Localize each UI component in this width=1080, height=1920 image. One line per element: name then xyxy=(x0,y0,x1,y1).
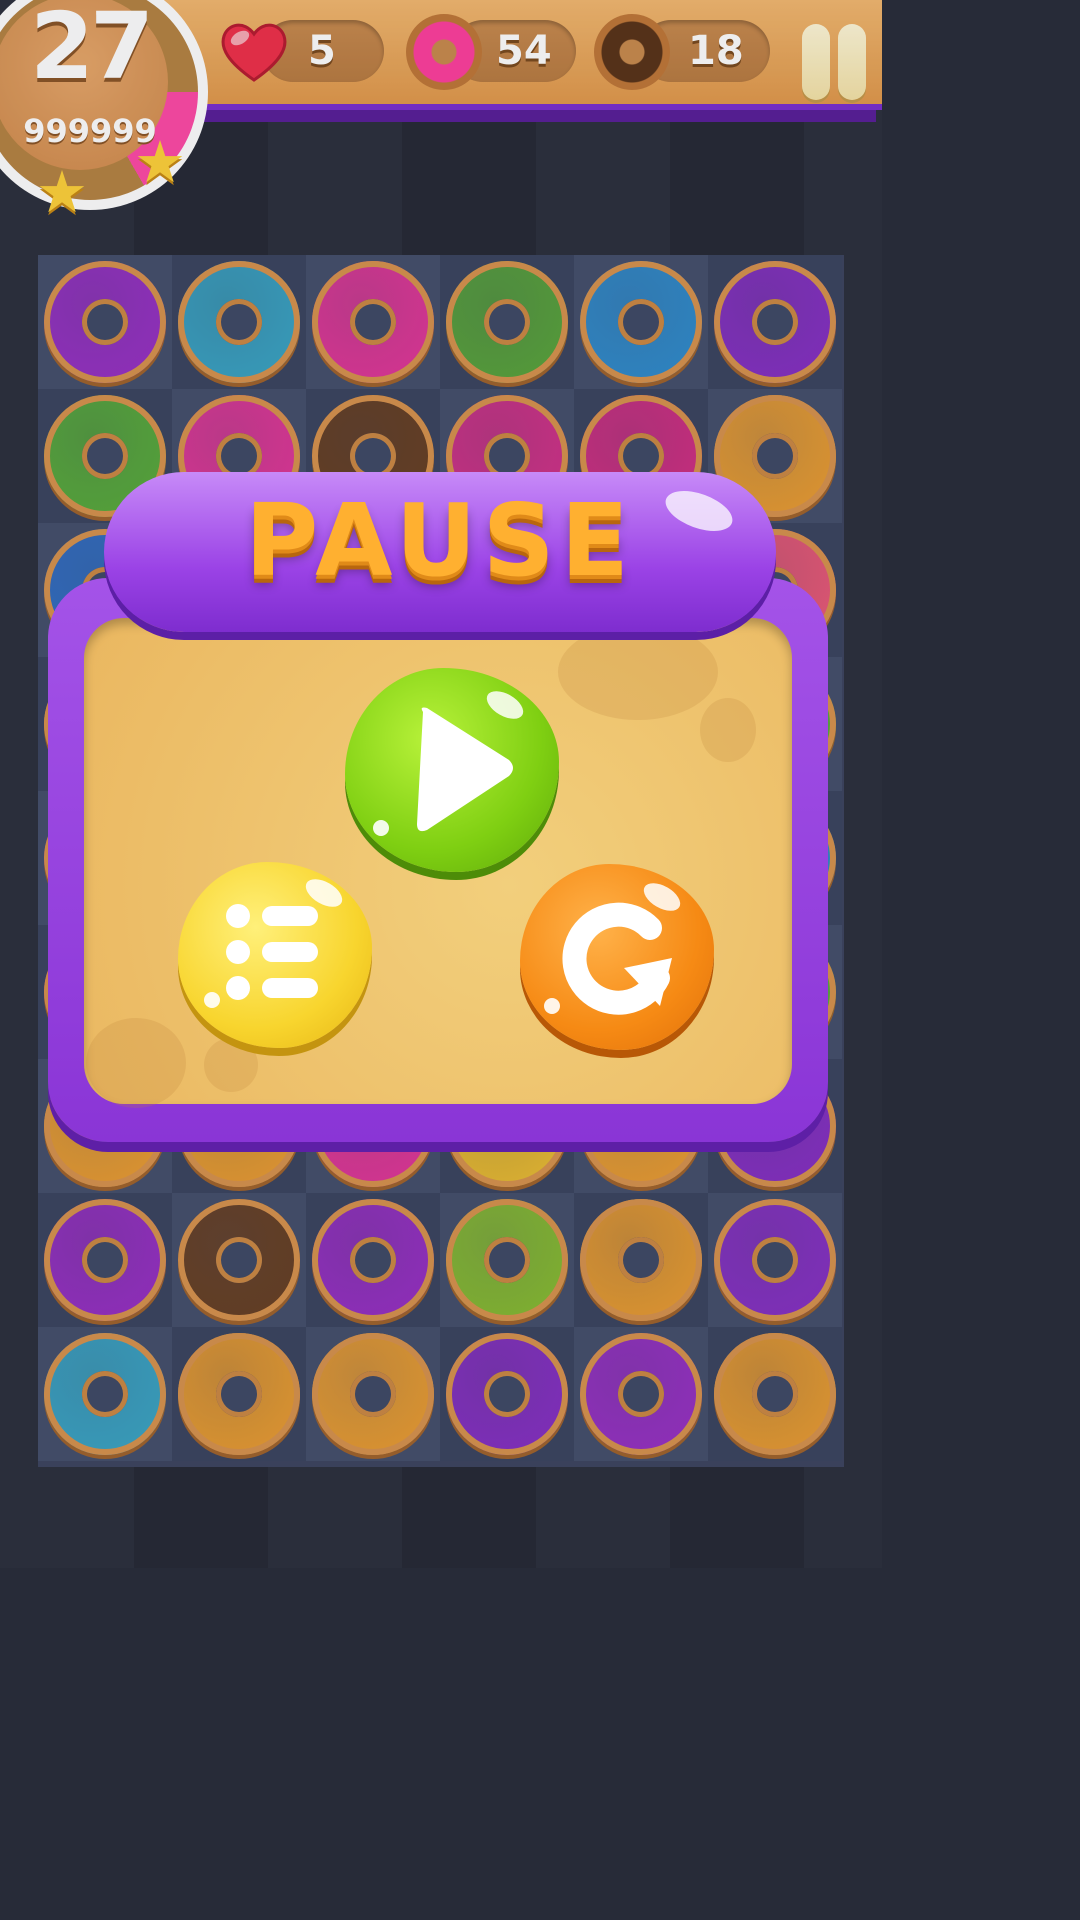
panel-texture-spot xyxy=(86,1018,186,1108)
restart-button[interactable] xyxy=(520,864,714,1050)
restart-icon xyxy=(562,902,672,1015)
button-shine xyxy=(204,992,220,1008)
pause-title: PAUSE xyxy=(245,482,635,599)
play-icon xyxy=(417,707,513,832)
panel-texture-spot xyxy=(204,1038,258,1092)
resume-button[interactable] xyxy=(345,668,559,872)
menu-button[interactable] xyxy=(178,862,372,1048)
panel-texture-spot xyxy=(700,698,756,762)
button-shine xyxy=(373,820,389,836)
list-menu-icon xyxy=(226,904,318,1000)
panel-texture-spot xyxy=(558,624,718,720)
